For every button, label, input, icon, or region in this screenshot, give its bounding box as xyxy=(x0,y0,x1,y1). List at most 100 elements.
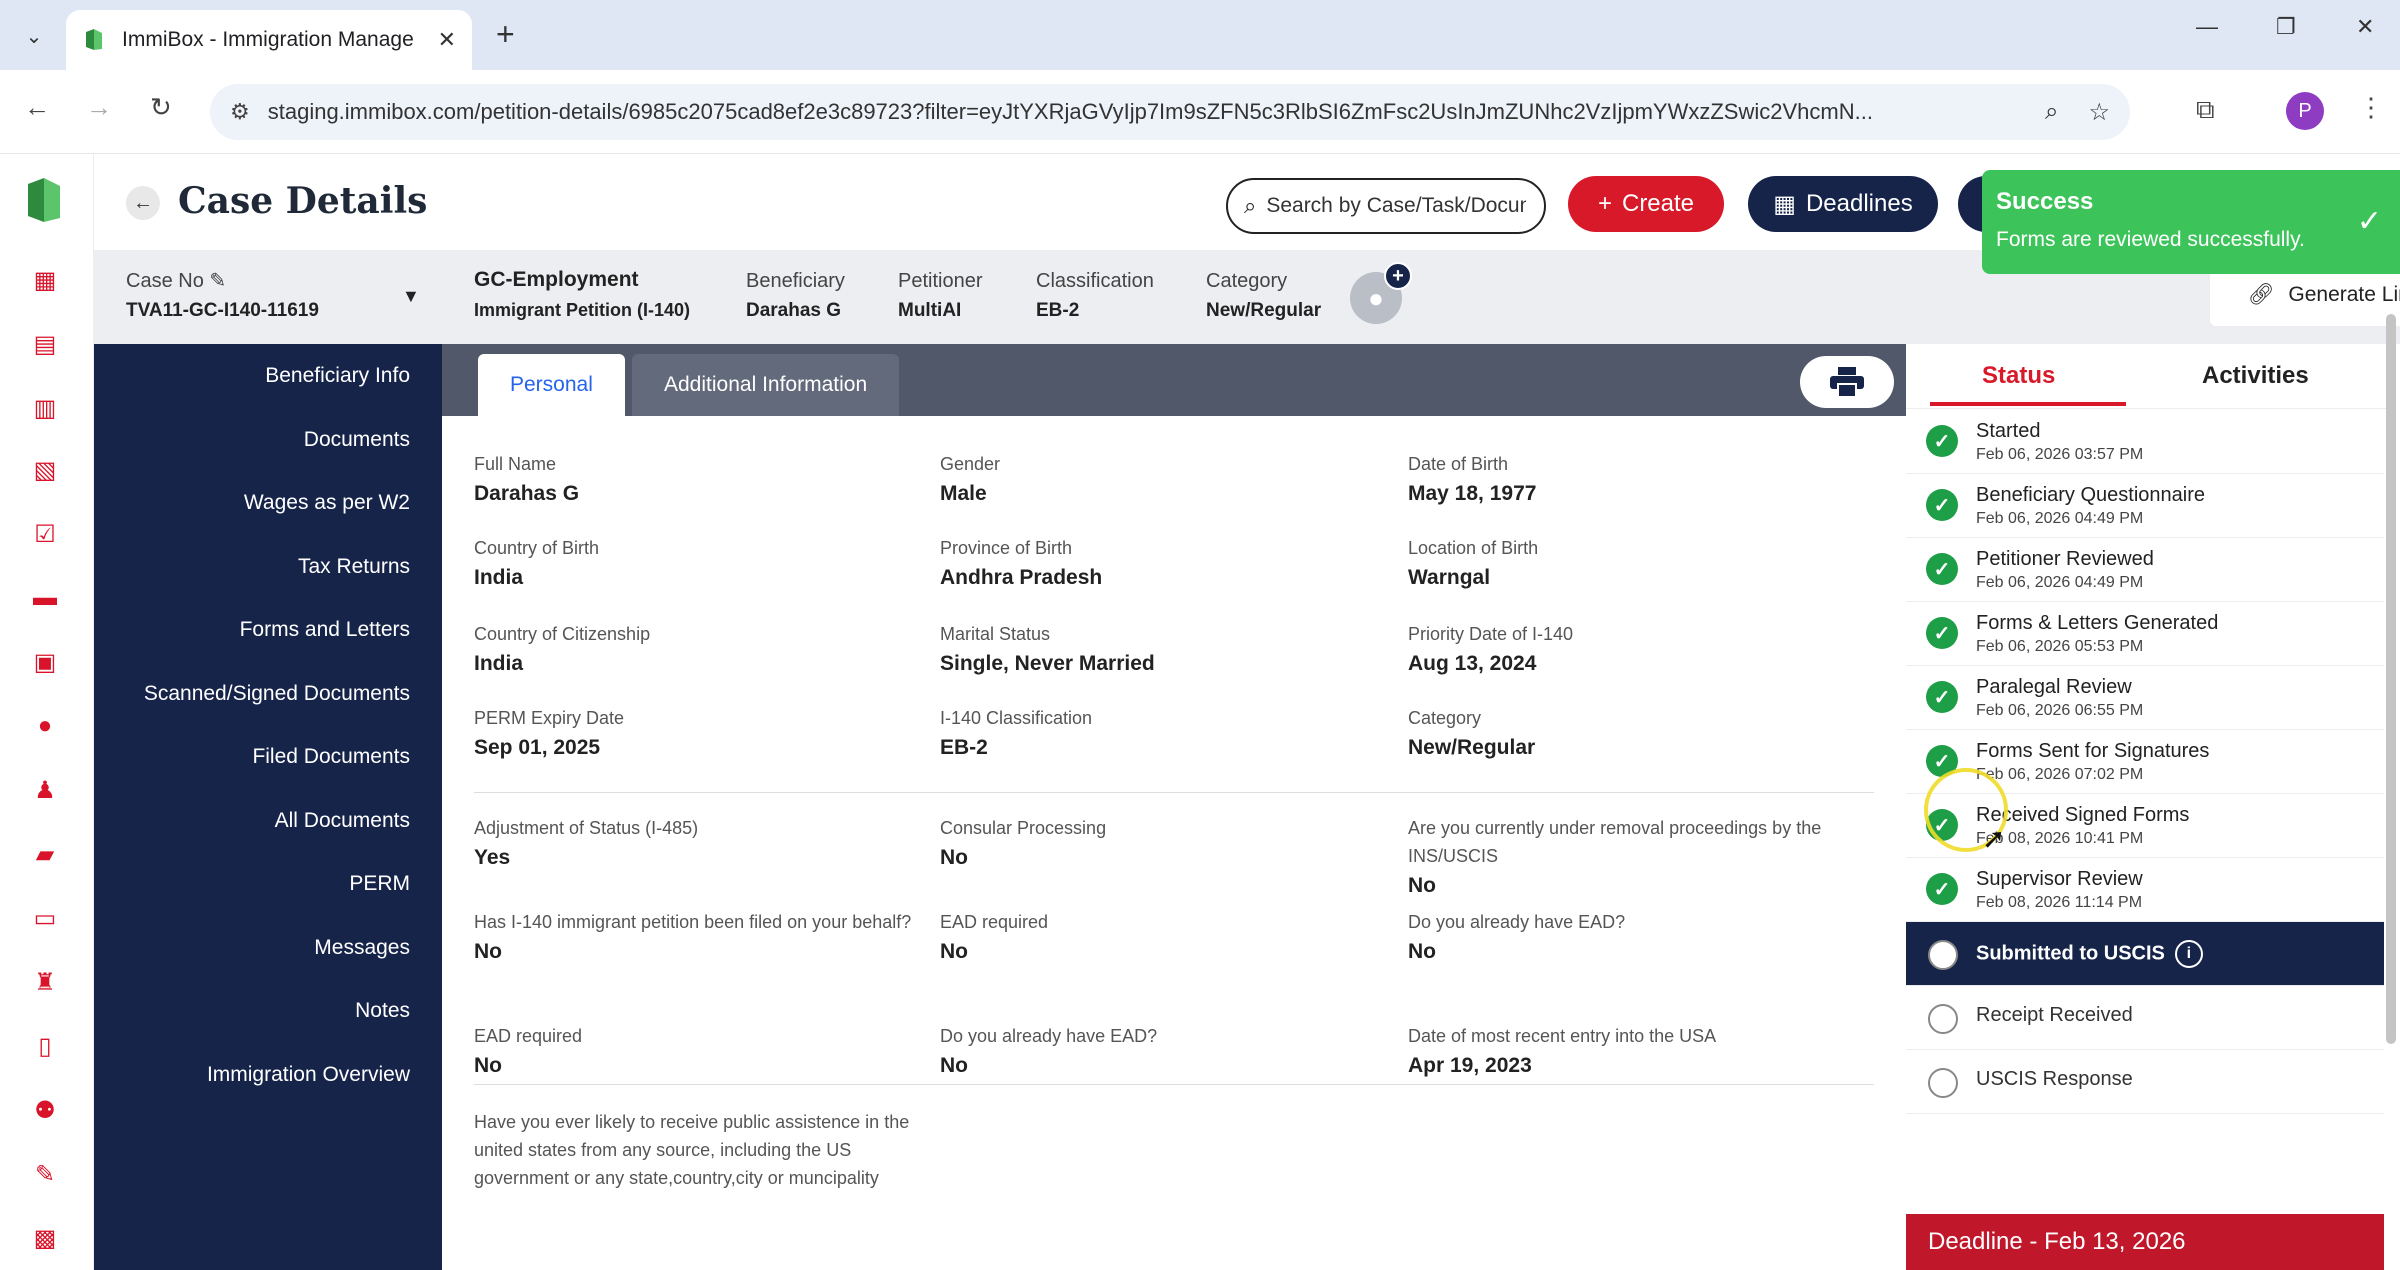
back-button[interactable]: ← xyxy=(126,186,160,220)
browser-tab[interactable]: ImmiBox - Immigration Manage ✕ xyxy=(66,10,472,70)
info-icon[interactable]: i xyxy=(2174,940,2203,968)
reload-icon[interactable]: ↻ xyxy=(150,92,172,123)
printer-icon xyxy=(1830,367,1864,397)
plus-icon: + xyxy=(1597,190,1612,217)
field-label: EAD required xyxy=(940,912,1049,932)
case-type: GC-Employment xyxy=(474,268,639,291)
field-value: India xyxy=(474,566,524,589)
zoom-icon[interactable]: ⌕ xyxy=(2045,98,2058,126)
edit-pencil-icon[interactable]: ✎ xyxy=(209,270,226,292)
field-label: Are you currently under removal proceedi… xyxy=(1408,818,1822,866)
field-adjustment-of-status: Adjustment of Status (I-485) Yes xyxy=(474,814,914,870)
tab-personal[interactable]: Personal xyxy=(478,354,625,416)
field-label: Consular Processing xyxy=(940,818,1107,838)
dashboard-icon[interactable]: ▦ xyxy=(31,266,59,294)
nav-scanned-signed-documents[interactable]: Scanned/Signed Documents xyxy=(144,682,410,706)
step-date: Feb 06, 2026 04:49 PM xyxy=(1976,574,2144,591)
status-step: ✓ Beneficiary Questionnaire Feb 06, 2026… xyxy=(1906,474,2384,538)
nav-filed-documents[interactable]: Filed Documents xyxy=(252,745,410,769)
step-name: Submitted to USCIS i xyxy=(1976,940,2203,968)
case-dropdown-caret-icon[interactable]: ▼ xyxy=(402,286,420,307)
nav-messages[interactable]: Messages xyxy=(314,936,410,960)
tab-status[interactable]: Status xyxy=(1982,362,2055,390)
cases-icon[interactable]: ▤ xyxy=(31,330,59,358)
create-button[interactable]: + Create xyxy=(1568,176,1724,232)
status-step: ✓ Forms & Letters Generated Feb 06, 2026… xyxy=(1906,602,2384,666)
user-icon[interactable]: ● xyxy=(31,712,59,740)
step-name: USCIS Response xyxy=(1976,1068,2133,1090)
team-icon[interactable]: ⚉ xyxy=(31,1096,59,1124)
classification-value: EB-2 xyxy=(1036,300,1080,321)
site-settings-icon[interactable]: ⚙ xyxy=(230,99,250,125)
beneficiary-icon[interactable]: ♟ xyxy=(31,776,59,804)
forward-arrow-icon[interactable]: → xyxy=(86,92,112,123)
deadlines-button[interactable]: ▦ Deadlines xyxy=(1748,176,1938,232)
field-consular-processing: Consular Processing No xyxy=(940,814,1380,870)
add-assignee-icon[interactable]: + xyxy=(1384,262,1412,290)
field-value: India xyxy=(474,652,524,675)
field-full-name: Full Name Darahas G xyxy=(474,450,914,506)
step-name: Paralegal Review xyxy=(1976,676,2132,698)
window-close-icon[interactable]: ✕ xyxy=(2356,14,2374,40)
browser-menu-icon[interactable]: ⋮ xyxy=(2358,92,2384,123)
global-search[interactable]: ⌕ xyxy=(1226,178,1546,234)
nav-perm[interactable]: PERM xyxy=(349,872,410,896)
bookmark-star-icon[interactable]: ☆ xyxy=(2088,98,2110,127)
tab-search-chevron-icon[interactable]: ⌄ xyxy=(14,16,54,56)
search-input[interactable] xyxy=(1266,194,1527,218)
tab-additional-information[interactable]: Additional Information xyxy=(632,354,900,416)
profile-avatar[interactable]: P xyxy=(2286,92,2324,130)
tasks-icon[interactable]: ☑ xyxy=(31,520,59,548)
extensions-icon[interactable]: ⧉ xyxy=(2196,94,2215,126)
nav-forms-letters[interactable]: Forms and Letters xyxy=(240,618,410,642)
tab-close-icon[interactable]: ✕ xyxy=(438,27,456,53)
field-label: Location of Birth xyxy=(1408,538,1539,558)
field-label: Do you already have EAD? xyxy=(1408,912,1626,932)
category-value: New/Regular xyxy=(1206,300,1322,321)
nav-immigration-overview[interactable]: Immigration Overview xyxy=(207,1063,410,1087)
field-date-of-birth: Date of Birth May 18, 1977 xyxy=(1408,450,1848,506)
back-arrow-icon[interactable]: ← xyxy=(24,92,50,123)
nav-documents[interactable]: Documents xyxy=(304,428,410,452)
nav-notes[interactable]: Notes xyxy=(355,999,410,1023)
reports-icon[interactable]: ▯ xyxy=(31,1032,59,1060)
forms-icon[interactable]: ▧ xyxy=(31,456,59,484)
empty-circle-icon xyxy=(1928,1004,1958,1034)
restore-icon[interactable]: ❐ xyxy=(2276,14,2296,40)
field-label: PERM Expiry Date xyxy=(474,708,625,728)
nav-all-documents[interactable]: All Documents xyxy=(275,809,410,833)
clipboard-icon[interactable]: ▣ xyxy=(31,648,59,676)
status-step: ✓ Started Feb 06, 2026 03:57 PM xyxy=(1906,410,2384,474)
nav-beneficiary-info[interactable]: Beneficiary Info xyxy=(265,364,410,388)
messages-icon[interactable]: ▬ xyxy=(31,584,59,612)
nav-tax-returns[interactable]: Tax Returns xyxy=(298,555,410,579)
minimize-icon[interactable]: — xyxy=(2196,14,2218,40)
status-step-current[interactable]: Submitted to USCIS i xyxy=(1906,922,2384,986)
success-toast: Success Forms are reviewed successfully.… xyxy=(1982,170,2400,274)
edit-icon[interactable]: ✎ xyxy=(31,1160,59,1188)
field-value: Male xyxy=(940,482,987,505)
tab-activities[interactable]: Activities xyxy=(2202,362,2309,390)
check-icon: ✓ xyxy=(2356,205,2382,238)
field-label: Do you already have EAD? xyxy=(940,1026,1158,1046)
notes-icon[interactable]: ▭ xyxy=(31,904,59,932)
page-title: Case Details xyxy=(178,180,428,222)
documents-icon[interactable]: ▥ xyxy=(31,394,59,422)
step-name: Forms Sent for Signatures xyxy=(1976,740,2210,762)
calendar-icon[interactable]: ▩ xyxy=(31,1224,59,1252)
field-country-of-birth: Country of Birth India xyxy=(474,534,914,590)
field-removal-proceedings: Are you currently under removal proceedi… xyxy=(1408,814,1848,898)
petitioner-value: MultiAI xyxy=(898,300,962,321)
app-root: ▦ ▤ ▥ ▧ ☑ ▬ ▣ ● ♟ ▰ ▭ ♜ ▯ ⚉ ✎ ▩ ← Case D… xyxy=(0,154,2400,1270)
nav-wages-w2[interactable]: Wages as per W2 xyxy=(244,491,410,515)
folder-icon[interactable]: ▰ xyxy=(31,840,59,868)
field-label: Country of Birth xyxy=(474,538,600,558)
step-name: Supervisor Review xyxy=(1976,868,2143,890)
attorney-icon[interactable]: ♜ xyxy=(31,968,59,996)
print-button[interactable] xyxy=(1800,356,1894,408)
new-tab-icon[interactable]: + xyxy=(496,16,515,52)
immibox-logo-icon[interactable] xyxy=(26,178,62,222)
step-name: Started xyxy=(1976,420,2041,442)
address-bar[interactable]: ⚙ staging.immibox.com/petition-details/6… xyxy=(210,84,2130,140)
page-scrollbar[interactable] xyxy=(2386,314,2396,1044)
